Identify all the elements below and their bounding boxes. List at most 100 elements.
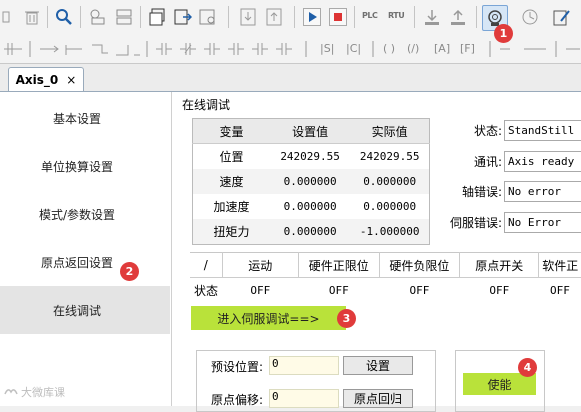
var-name: 扭矩力: [192, 219, 270, 245]
upload-icon[interactable]: [264, 7, 284, 27]
callout-4: 4: [518, 358, 537, 377]
column-header: /: [190, 252, 223, 278]
online-debug-panel: 在线调试 变量 设置值 实际值 位置 242029.55 242029.55 速…: [172, 92, 581, 412]
axis-error-field: No error: [504, 180, 581, 202]
preset-position-panel: 预设位置: 0 设置 原点偏移: 0 原点回归: [196, 350, 436, 412]
actual-value: 0.000000: [350, 169, 430, 194]
enter-servo-debug-button[interactable]: 进入伺服调试==>: [191, 306, 346, 330]
actual-value: 242029.55: [359, 150, 420, 163]
download-icon[interactable]: [238, 7, 258, 27]
table-row: 加速度 0.000000 0.000000: [193, 194, 430, 219]
plc-icon[interactable]: PLC: [362, 11, 378, 20]
home-offset-label: 原点偏移:: [211, 393, 264, 407]
servo-error-field: No Error: [504, 211, 581, 233]
table-header-row: 变量 设置值 实际值: [192, 118, 430, 144]
delete-icon[interactable]: [22, 7, 42, 27]
callout-2: 2: [120, 262, 139, 281]
column-header: 变量: [192, 118, 270, 144]
function-a-icon[interactable]: [A]: [434, 42, 450, 55]
toolbar-separator: [47, 6, 48, 28]
output-coil-icon[interactable]: ( ): [383, 42, 395, 55]
column-header: 软件正: [538, 252, 581, 278]
search-icon[interactable]: [54, 7, 74, 27]
watermark-text: 大微库课: [21, 386, 65, 399]
sidebar-item-unit-conversion[interactable]: 单位换算设置: [0, 142, 170, 190]
row-label: 状态: [194, 283, 219, 298]
status-row-state: 状态: StandStill: [442, 118, 581, 142]
save-upload-icon[interactable]: [448, 7, 468, 27]
sidebar-item-label: 在线调试: [52, 303, 101, 318]
sidebar-item-label: 基本设置: [52, 111, 101, 126]
var-name: 加速度: [213, 200, 250, 214]
status-label: 状态:: [473, 123, 502, 138]
hw-neg-limit-status: OFF: [409, 283, 430, 297]
home-switch-status: OFF: [489, 283, 510, 297]
preset-position-input[interactable]: 0: [269, 356, 339, 375]
column-header: 实际值: [350, 118, 430, 144]
toolbar-separator: [228, 6, 229, 28]
sidebar-item-online-debug[interactable]: 在线调试: [0, 286, 170, 334]
unlink-icon[interactable]: [114, 7, 134, 27]
variable-table: 变量 设置值 实际值 位置 242029.55 242029.55 速度 0.0…: [192, 118, 430, 245]
edit-icon[interactable]: [552, 7, 572, 27]
sidebar-item-basic-settings[interactable]: 基本设置: [0, 94, 170, 142]
ladder-icons[interactable]: [0, 35, 581, 63]
negated-coil-icon[interactable]: (/): [407, 42, 419, 55]
tab-label: Axis_0: [15, 72, 59, 87]
toolbar-separator: [80, 6, 81, 28]
table-row: 扭矩力 0.000000 -1.000000: [192, 219, 430, 245]
set-coil-icon[interactable]: |S|: [320, 42, 334, 55]
function-f-icon[interactable]: [F]: [460, 42, 475, 55]
sidebar-item-mode-params[interactable]: 模式/参数设置: [0, 190, 170, 238]
comm-field: Axis ready: [504, 150, 581, 172]
monitor-icon[interactable]: [198, 7, 218, 27]
rtu-icon[interactable]: RTU: [388, 11, 405, 20]
toolbar-separator: [414, 6, 415, 28]
link-icon[interactable]: [88, 7, 108, 27]
status-row-axis-error: 轴错误: No error: [442, 179, 581, 203]
sidebar-item-homing[interactable]: 原点返回设置: [0, 238, 170, 286]
home-return-button[interactable]: 原点回归: [343, 389, 413, 408]
counter-coil-icon[interactable]: |C|: [346, 42, 361, 55]
status-label: 通讯:: [473, 154, 502, 169]
watermark-logo-icon: [4, 389, 18, 395]
sidebar-item-label: 原点返回设置: [40, 255, 113, 270]
document-tab-strip: Axis_0 ×: [0, 64, 581, 92]
sw-pos-limit-status: OFF: [550, 283, 570, 297]
actual-value: -1.000000: [350, 219, 430, 245]
var-name: 速度: [192, 169, 270, 194]
column-header: 设置值: [269, 118, 351, 144]
export-icon[interactable]: [173, 7, 193, 27]
stop-icon[interactable]: [328, 7, 348, 27]
tab-axis-0[interactable]: Axis_0 ×: [8, 67, 84, 91]
sidebar-item-label: 单位换算设置: [40, 159, 113, 174]
hw-pos-limit-status: OFF: [328, 283, 349, 297]
run-icon[interactable]: [302, 7, 322, 27]
set-button[interactable]: 设置: [343, 356, 413, 375]
table-header-row: / 运动 硬件正限位 硬件负限位 原点开关 软件正: [190, 252, 581, 278]
new-window-icon[interactable]: [148, 7, 168, 27]
close-icon[interactable]: ×: [66, 73, 76, 87]
home-offset-input[interactable]: 0: [269, 389, 339, 408]
preset-position-label: 预设位置:: [211, 360, 264, 374]
state-field: StandStill: [504, 119, 581, 141]
save-download-icon[interactable]: [422, 7, 442, 27]
watermark: 大微库课: [4, 384, 65, 400]
table-row: 位置 242029.55 242029.55: [193, 144, 430, 170]
table-row: 状态 OFF OFF OFF OFF OFF: [190, 278, 581, 303]
status-row-servo-error: 伺服错误: No Error: [442, 210, 581, 234]
status-label: 伺服错误:: [449, 215, 502, 230]
cut-icon[interactable]: [0, 7, 20, 27]
timer-icon[interactable]: [520, 7, 540, 27]
io-status-table: / 运动 硬件正限位 硬件负限位 原点开关 软件正 状态 OFF OFF OFF…: [190, 252, 581, 302]
toolbar-separator: [476, 6, 477, 28]
callout-3: 3: [337, 309, 356, 328]
callout-1: 1: [494, 24, 513, 43]
toolbar-separator: [354, 6, 355, 28]
table-row: 速度 0.000000 0.000000: [192, 169, 430, 194]
column-header: 运动: [222, 252, 299, 278]
motion-status: OFF: [250, 283, 271, 297]
column-header: 原点开关: [459, 252, 540, 278]
set-value: 0.000000: [269, 219, 351, 245]
page-title: 在线调试: [182, 98, 231, 112]
